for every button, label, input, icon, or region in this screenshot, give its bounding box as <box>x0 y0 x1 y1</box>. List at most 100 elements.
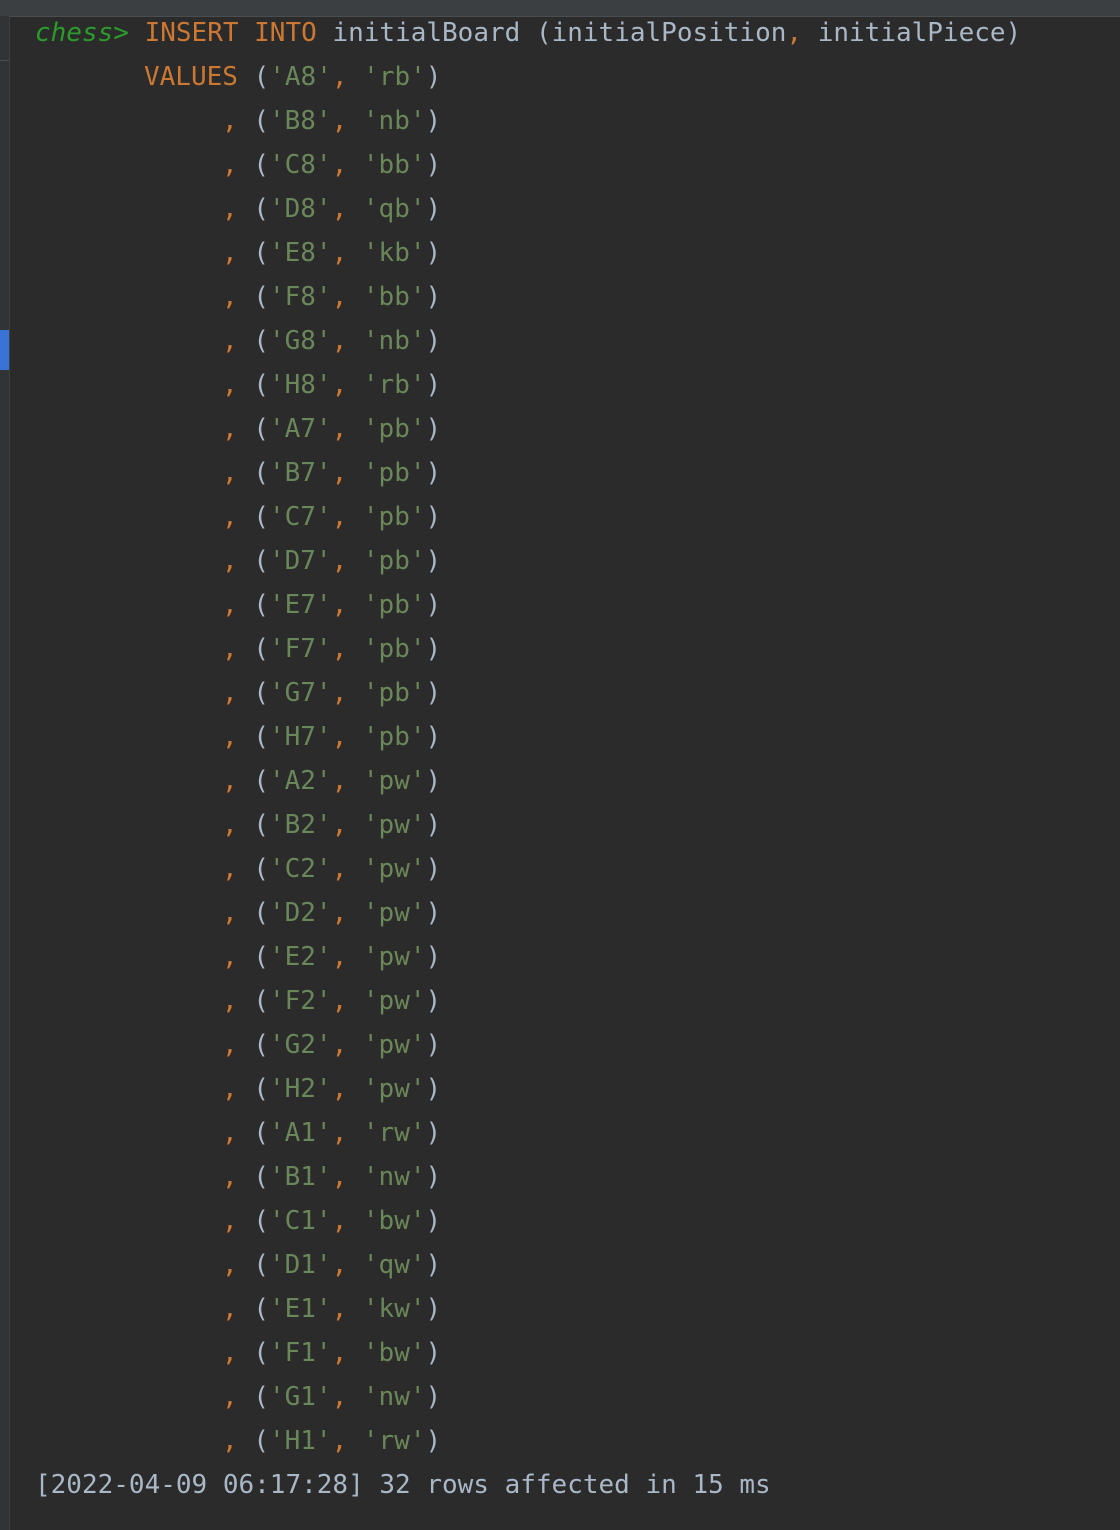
values-line[interactable]: VALUES ('A8', 'rb') <box>144 55 441 99</box>
value-row[interactable]: , ('B7', 'pb') <box>222 451 441 495</box>
tuple-close-paren: ) <box>425 458 442 488</box>
value-row[interactable]: , ('G2', 'pw') <box>222 1023 441 1067</box>
piece-value: 'pw' <box>362 854 426 884</box>
value-row[interactable]: , ('G1', 'nw') <box>222 1375 441 1419</box>
tuple-close-paren: ) <box>425 150 442 180</box>
value-row[interactable]: , ('A7', 'pb') <box>222 407 441 451</box>
position-value: 'H8' <box>268 370 332 400</box>
piece-value: 'pw' <box>362 986 426 1016</box>
row-leading-comma: , <box>222 1118 254 1148</box>
value-row[interactable]: , ('B1', 'nw') <box>222 1155 441 1199</box>
row-leading-comma: , <box>222 1030 254 1060</box>
position-value: 'D7' <box>268 546 332 576</box>
value-row[interactable]: , ('D7', 'pb') <box>222 539 441 583</box>
piece-value: 'rw' <box>362 1118 426 1148</box>
tuple-close-paren: ) <box>425 986 442 1016</box>
piece-value: 'pb' <box>362 634 426 664</box>
active-line-marker <box>0 330 9 370</box>
value-row[interactable]: , ('C7', 'pb') <box>222 495 441 539</box>
value-row[interactable]: , ('D1', 'qw') <box>222 1243 441 1287</box>
tuple-open-paren: ( <box>253 810 269 840</box>
value-row[interactable]: , ('C1', 'bw') <box>222 1199 441 1243</box>
piece-value: 'pb' <box>362 414 426 444</box>
tuple-open-paren: ( <box>253 942 269 972</box>
value-row[interactable]: , ('G7', 'pb') <box>222 671 441 715</box>
position-value: 'H1' <box>268 1426 332 1456</box>
value-row[interactable]: , ('E1', 'kw') <box>222 1287 441 1331</box>
result-status: [2022-04-09 06:17:28] 32 rows affected i… <box>35 1470 771 1500</box>
tuple-separator: , <box>331 326 363 356</box>
value-row[interactable]: , ('H8', 'rb') <box>222 363 441 407</box>
tuple-open-paren: ( <box>253 1294 269 1324</box>
tuple-open-paren: ( <box>253 370 269 400</box>
position-value: 'F1' <box>268 1338 332 1368</box>
position-value: 'D2' <box>268 898 332 928</box>
value-row[interactable]: , ('F1', 'bw') <box>222 1331 441 1375</box>
sql-console[interactable]: chess> INSERT INTO initialBoard (initial… <box>0 0 1120 1530</box>
row-leading-comma: , <box>222 810 254 840</box>
position-value: 'C8' <box>268 150 332 180</box>
position-value: 'H7' <box>268 722 332 752</box>
piece-value: 'rb' <box>362 370 426 400</box>
tuple-close-paren: ) <box>425 370 442 400</box>
tuple-separator: , <box>331 678 363 708</box>
piece-value: 'pb' <box>362 546 426 576</box>
position-value: 'A8' <box>269 62 332 92</box>
row-leading-comma: , <box>222 1338 254 1368</box>
piece-value: 'nw' <box>362 1382 426 1412</box>
tuple-close-paren: ) <box>425 590 442 620</box>
piece-value: 'pw' <box>362 1030 426 1060</box>
tuple-separator: , <box>331 282 363 312</box>
value-row[interactable]: , ('E2', 'pw') <box>222 935 441 979</box>
position-value: 'B8' <box>268 106 332 136</box>
value-row[interactable]: , ('C8', 'bb') <box>222 143 441 187</box>
value-row[interactable]: , ('F8', 'bb') <box>222 275 441 319</box>
value-row[interactable]: , ('A1', 'rw') <box>222 1111 441 1155</box>
value-row[interactable]: , ('B8', 'nb') <box>222 99 441 143</box>
tuple-separator: , <box>331 766 363 796</box>
statement-line[interactable]: chess> INSERT INTO initialBoard (initial… <box>35 11 1021 55</box>
value-row[interactable]: , ('B2', 'pw') <box>222 803 441 847</box>
value-row[interactable]: , ('F2', 'pw') <box>222 979 441 1023</box>
value-row[interactable]: , ('H2', 'pw') <box>222 1067 441 1111</box>
tuple-separator: , <box>331 546 363 576</box>
row-leading-comma: , <box>222 854 254 884</box>
value-row[interactable]: , ('H7', 'pb') <box>222 715 441 759</box>
row-leading-comma: , <box>222 150 254 180</box>
tuple-close-paren: ) <box>425 1030 442 1060</box>
row-leading-comma: , <box>222 766 254 796</box>
tuple-close-paren: ) <box>425 1294 442 1324</box>
position-value: 'A7' <box>268 414 332 444</box>
tuple-open-paren: ( <box>253 150 269 180</box>
position-value: 'F8' <box>268 282 332 312</box>
position-value: 'E7' <box>268 590 332 620</box>
tuple-close-paren: ) <box>425 722 442 752</box>
value-row[interactable]: , ('A2', 'pw') <box>222 759 441 803</box>
position-value: 'F2' <box>268 986 332 1016</box>
tuple-open-paren: ( <box>253 854 269 884</box>
row-leading-comma: , <box>222 282 254 312</box>
tuple-separator: , <box>331 1206 363 1236</box>
value-row[interactable]: , ('F7', 'pb') <box>222 627 441 671</box>
position-value: 'B1' <box>268 1162 332 1192</box>
tuple-close-paren: ) <box>425 1118 442 1148</box>
tuple-open-paren: ( <box>253 282 269 312</box>
value-row[interactable]: , ('H1', 'rw') <box>222 1419 441 1463</box>
tuple-close-paren: ) <box>425 898 442 928</box>
value-row[interactable]: , ('E7', 'pb') <box>222 583 441 627</box>
value-row[interactable]: , ('C2', 'pw') <box>222 847 441 891</box>
tuple-open-paren: ( <box>253 1426 269 1456</box>
tuple-separator: , <box>331 898 363 928</box>
tuple-close-paren: ) <box>425 1250 442 1280</box>
row-leading-comma: , <box>222 722 254 752</box>
tuple-open-paren: ( <box>253 678 269 708</box>
tuple-close-paren: ) <box>425 634 442 664</box>
tuple-open-paren: ( <box>253 986 269 1016</box>
value-row[interactable]: , ('D2', 'pw') <box>222 891 441 935</box>
value-row[interactable]: , ('E8', 'kb') <box>222 231 441 275</box>
value-row[interactable]: , ('D8', 'qb') <box>222 187 441 231</box>
tuple-close-paren: ) <box>425 942 442 972</box>
row-leading-comma: , <box>222 1206 254 1236</box>
tuple-close-paren: ) <box>425 546 442 576</box>
value-row[interactable]: , ('G8', 'nb') <box>222 319 441 363</box>
